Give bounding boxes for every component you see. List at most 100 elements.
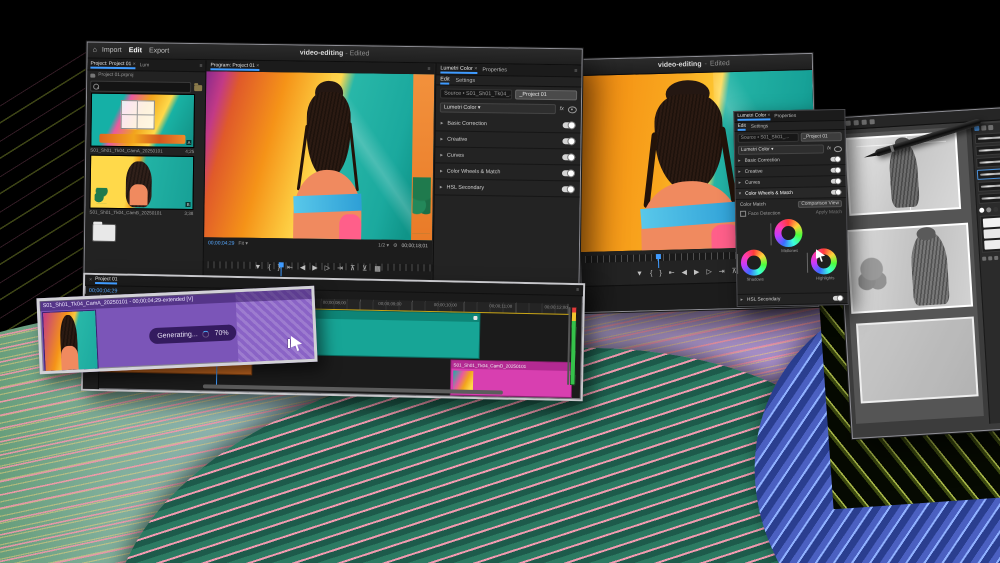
tool-icon[interactable] — [862, 120, 867, 125]
storyboard-frame[interactable] — [846, 223, 973, 314]
step-back-icon[interactable]: ◀ — [682, 269, 688, 276]
section-toggle[interactable] — [831, 168, 841, 173]
subtab-edit[interactable]: Edit — [440, 76, 449, 84]
brush-preset[interactable] — [976, 156, 1000, 168]
panel-menu-icon[interactable]: ≡ — [574, 68, 577, 74]
face-detection-checkbox[interactable]: Face Detection — [740, 210, 780, 217]
close-icon[interactable]: × — [256, 62, 259, 68]
footer-icon[interactable] — [982, 257, 986, 261]
mark-out-icon[interactable]: } — [659, 269, 662, 276]
section-toggle[interactable] — [562, 154, 575, 160]
tool-icon[interactable] — [846, 121, 851, 126]
add-marker-icon[interactable]: ▼ — [254, 263, 261, 270]
preset-dropdown[interactable]: Lumetri Color ▾ — [738, 144, 824, 155]
go-to-out-icon[interactable]: ⇥ — [719, 268, 725, 275]
wheel-slider[interactable] — [770, 223, 771, 245]
folder-icon[interactable] — [194, 85, 202, 91]
mark-in-icon[interactable]: { — [650, 270, 653, 277]
panel-menu-icon[interactable]: ≡ — [199, 63, 202, 69]
tab-program[interactable]: Program: Project 01 × — [210, 62, 259, 71]
subtab-settings[interactable]: Settings — [751, 124, 768, 129]
resolution-dropdown[interactable]: 1/2 ▾ — [378, 243, 389, 249]
wheel-slider[interactable] — [807, 253, 808, 273]
target-chip[interactable]: _Project 01 — [800, 132, 842, 142]
mark-out-icon[interactable]: } — [278, 264, 280, 271]
fit-dropdown[interactable]: Fit ▾ — [238, 241, 248, 247]
panel-menu-icon[interactable]: ≡ — [427, 66, 430, 72]
menu-import[interactable]: Import — [102, 47, 122, 54]
subtab-edit[interactable]: Edit — [738, 123, 746, 130]
source-chip[interactable]: Source • S01_Sh01_... — [738, 133, 799, 143]
close-icon[interactable]: × — [767, 113, 770, 118]
bin-item-1[interactable]: A S01_Sh01_Tk04_CamA_20250101 4;25 — [90, 93, 195, 154]
eye-icon[interactable] — [568, 106, 577, 113]
panel-menu-icon[interactable]: ≡ — [576, 287, 579, 293]
section-toggle[interactable] — [833, 296, 843, 301]
tool-icon[interactable] — [854, 120, 859, 125]
tab-properties[interactable]: Properties — [774, 113, 796, 118]
menu-export[interactable]: Export — [149, 47, 169, 54]
highlights-wheel[interactable] — [811, 248, 837, 274]
search-input[interactable] — [90, 81, 191, 93]
section-toggle[interactable] — [831, 179, 841, 184]
section-toggle[interactable] — [830, 157, 840, 162]
go-to-in-icon[interactable]: ⇤ — [669, 269, 675, 276]
tab-sequence[interactable]: Project 01 — [95, 276, 118, 284]
section-toggle[interactable] — [562, 186, 575, 192]
tab-lumetri-color[interactable]: Lumetri Color × — [440, 65, 477, 74]
close-icon[interactable]: × — [474, 65, 477, 71]
step-forward-icon[interactable]: ▷ — [706, 268, 712, 275]
brush-preset-selected[interactable] — [977, 168, 1000, 180]
playhead[interactable] — [656, 254, 661, 259]
source-chip[interactable]: Source • S01_Sh01_Tk04_... — [440, 88, 512, 99]
close-icon[interactable]: × — [133, 61, 136, 67]
bin-item-2[interactable]: B S01_Sh01_Tk04_CamB_20250101 3;38 — [89, 155, 194, 216]
color-swatch[interactable] — [979, 208, 984, 213]
layer-item[interactable] — [983, 217, 1000, 228]
section-toggle[interactable] — [562, 170, 575, 176]
add-marker-icon[interactable]: ▼ — [636, 270, 643, 277]
shadows-wheel[interactable] — [741, 249, 767, 275]
go-to-in-icon[interactable]: ⇤ — [287, 264, 293, 271]
tab-lumetri-color[interactable]: Lumetri Color × — [737, 113, 770, 121]
target-chip[interactable]: _Project 01 — [515, 90, 577, 101]
section-toggle[interactable] — [831, 190, 841, 195]
footer-icon[interactable] — [988, 256, 992, 260]
fx-icon[interactable]: fx — [560, 106, 564, 112]
play-icon[interactable]: ▶ — [694, 268, 700, 275]
menu-edit[interactable]: Edit — [129, 47, 142, 54]
midtones-wheel[interactable] — [774, 219, 802, 247]
settings-wrench-icon[interactable]: ⚙ — [393, 243, 398, 249]
storyboard-canvas[interactable] — [838, 127, 983, 424]
apply-match-button[interactable]: Apply Match — [816, 210, 842, 215]
comparison-view-button[interactable]: Comparison View — [798, 200, 842, 208]
extract-icon[interactable]: ⊻ — [362, 265, 367, 272]
section-hsl-secondary[interactable]: ▸ HSL Secondary — [737, 292, 847, 306]
mark-in-icon[interactable]: { — [268, 264, 270, 271]
step-forward-icon[interactable]: ▷ — [325, 264, 330, 271]
close-icon[interactable]: × — [89, 277, 92, 283]
brush-tab-icon[interactable] — [988, 125, 993, 130]
home-icon[interactable]: ⌂ — [93, 47, 97, 54]
section-hsl-secondary[interactable]: ▸ HSL Secondary — [435, 179, 580, 197]
lift-icon[interactable]: ⊼ — [350, 265, 355, 272]
section-toggle[interactable] — [562, 138, 575, 144]
generative-extend-clip[interactable]: S01_Sh01_Tk04_CamA_20250101 - 00;00;04;2… — [36, 286, 317, 375]
preset-dropdown[interactable]: Lumetri Color ▾ — [440, 102, 556, 114]
layer-item[interactable] — [983, 228, 1000, 239]
wheel-slider[interactable] — [737, 254, 738, 274]
brush-preset[interactable] — [978, 180, 1000, 192]
storyboard-frame[interactable] — [856, 316, 979, 403]
tab-properties[interactable]: Properties — [482, 67, 507, 73]
color-swatch[interactable] — [986, 207, 991, 212]
tool-icon[interactable] — [870, 119, 875, 124]
footer-icon[interactable] — [994, 256, 998, 260]
section-toggle[interactable] — [563, 122, 576, 128]
step-back-icon[interactable]: ◀ — [300, 264, 305, 271]
tab-project[interactable]: Project: Project 01 × — [90, 60, 135, 69]
fx-icon[interactable]: fx — [827, 146, 831, 151]
layer-item[interactable] — [984, 239, 1000, 250]
go-to-out-icon[interactable]: ⇥ — [337, 265, 343, 272]
new-bin-folder-icon[interactable] — [93, 225, 115, 241]
brush-preset[interactable] — [978, 192, 1000, 204]
